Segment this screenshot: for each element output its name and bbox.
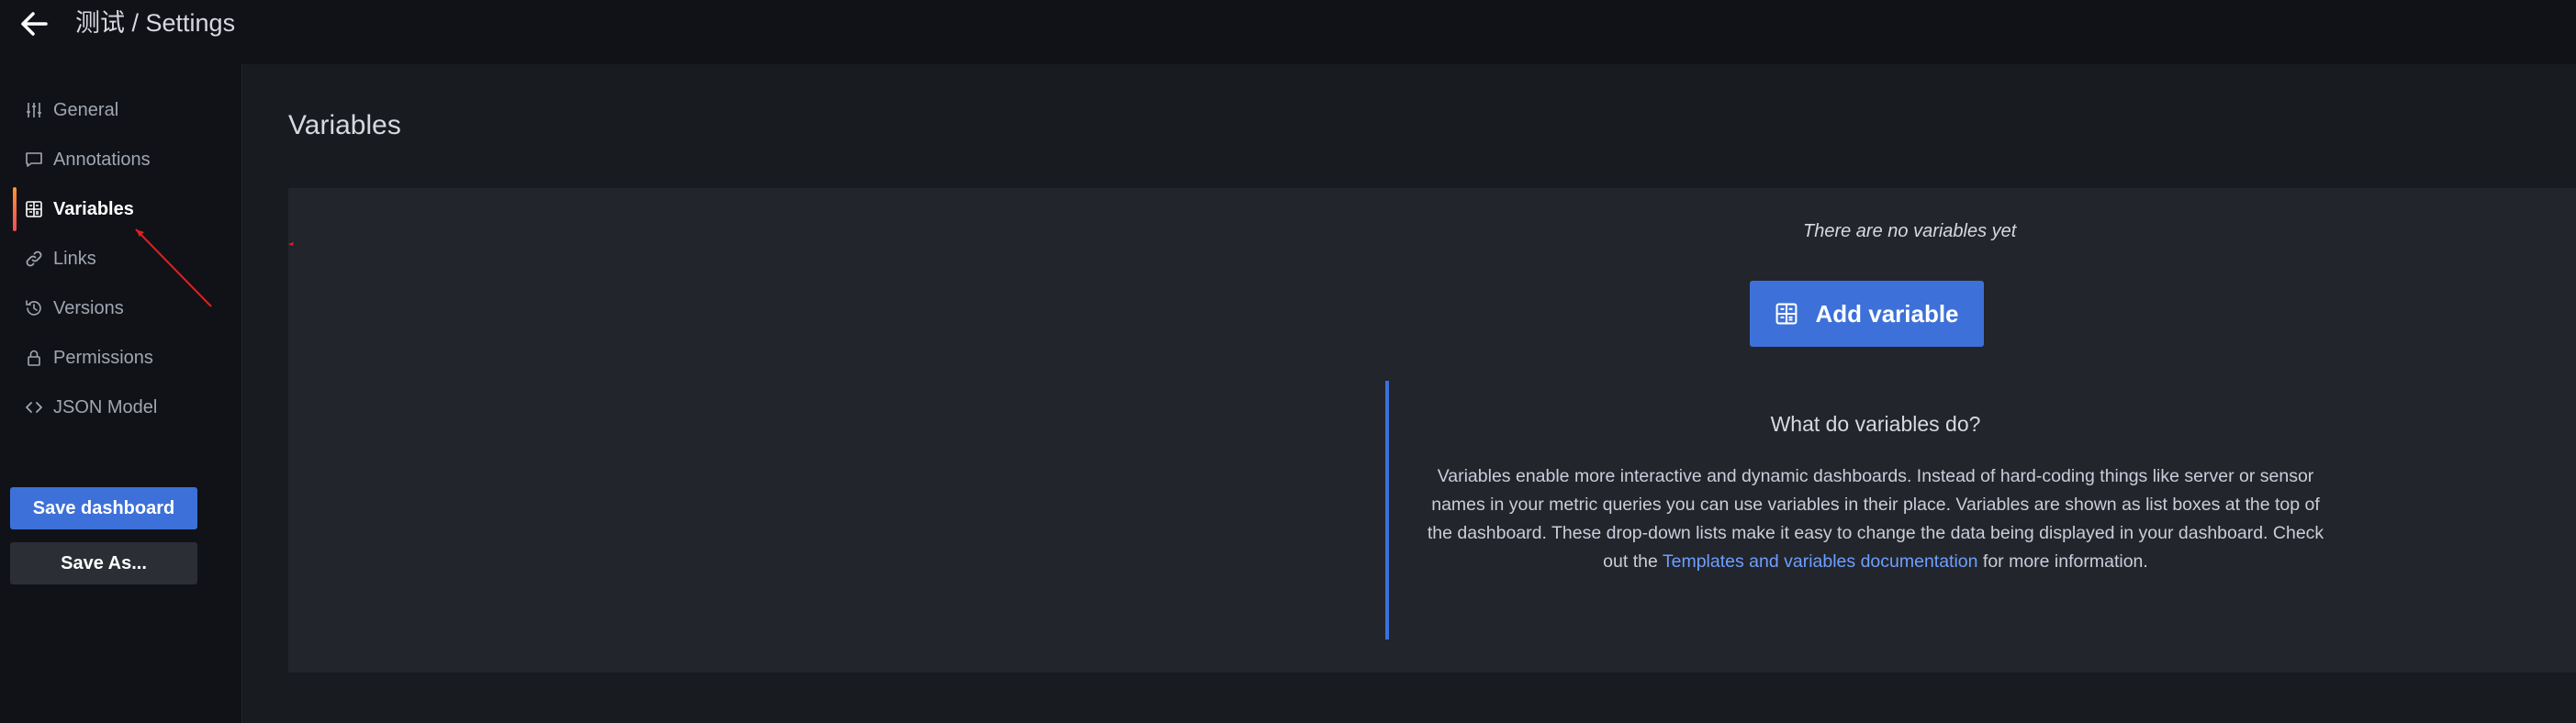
empty-state-title: There are no variables yet (1803, 221, 2017, 241)
sidebar-item-permissions[interactable]: Permissions (13, 336, 224, 380)
sidebar-item-links[interactable]: Links (13, 237, 224, 281)
save-as-button[interactable]: Save As... (10, 542, 197, 584)
calculator-icon (1776, 303, 1798, 325)
comment-icon (24, 150, 44, 170)
annotation-mark (288, 242, 294, 246)
top-bar: 测试 / Settings (0, 0, 2576, 65)
sidebar-item-label: General (53, 99, 119, 120)
sidebar-item-variables[interactable]: Variables (13, 187, 224, 231)
back-button[interactable] (17, 6, 51, 41)
sidebar-item-general[interactable]: General (13, 88, 224, 132)
sidebar-item-label: Links (53, 248, 96, 269)
sidebar-item-label: Variables (53, 198, 134, 219)
empty-list-panel: There are no variables yet Add variable … (288, 188, 2576, 673)
page-title: 测试 / Settings (75, 9, 236, 37)
code-icon (24, 397, 44, 417)
docs-link[interactable]: Templates and variables documentation (1663, 551, 1978, 572)
callout-body: Variables enable more interactive and dy… (1426, 462, 2325, 576)
callout-title: What do variables do? (1770, 412, 1981, 436)
active-indicator (13, 187, 17, 231)
sidebar-item-label: Annotations (53, 149, 151, 170)
sidebar-item-label: Versions (53, 297, 124, 318)
sidebar-item-versions[interactable]: Versions (13, 286, 224, 330)
sidebar-item-label: JSON Model (53, 396, 158, 417)
add-variable-label: Add variable (1815, 299, 1959, 328)
main-content: Variables There are no variables yet Add… (241, 64, 2576, 723)
save-dashboard-button[interactable]: Save dashboard (10, 487, 197, 529)
lock-icon (24, 348, 44, 368)
sidebar-item-json-model[interactable]: JSON Model (13, 385, 224, 429)
sliders-icon (24, 100, 44, 120)
sidebar-item-annotations[interactable]: Annotations (13, 138, 224, 182)
settings-sidebar: General Annotations Variables Links Vers… (0, 64, 241, 723)
arrow-left-icon (21, 12, 48, 36)
calculator-icon (24, 199, 44, 219)
history-icon (24, 298, 44, 318)
callout-text-end: for more information. (1977, 551, 2148, 572)
section-title: Variables (288, 110, 401, 140)
add-variable-button[interactable]: Add variable (1750, 281, 1984, 347)
info-callout: What do variables do? Variables enable m… (1385, 381, 2362, 640)
link-icon (24, 249, 44, 269)
sidebar-item-label: Permissions (53, 347, 153, 368)
